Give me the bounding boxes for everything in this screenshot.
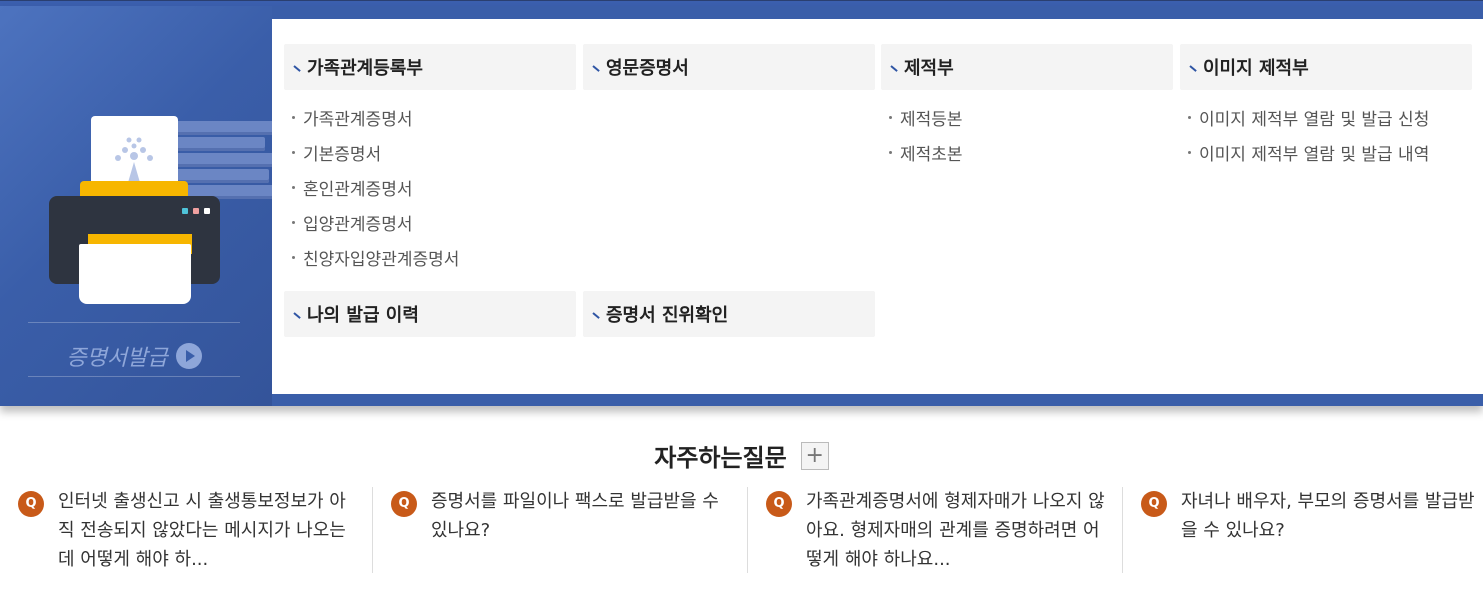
tick-icon [891, 65, 899, 73]
printer-output-paper [79, 244, 191, 304]
bullet-icon [292, 221, 295, 224]
menu-column-verify: 증명서 진위확인 [583, 291, 875, 337]
submenu-item[interactable]: 제적등본 [881, 100, 1173, 135]
promo-divider-top [28, 322, 240, 323]
submenu-item[interactable]: 입양관계증명서 [284, 205, 576, 240]
submenu-item[interactable]: 이미지 제적부 열람 및 발급 신청 [1180, 100, 1472, 135]
bullet-icon [292, 186, 295, 189]
menu-heading-label: 나의 발급 이력 [307, 305, 419, 326]
submenu-list: 제적등본 제적초본 [881, 90, 1173, 170]
tick-icon [1190, 65, 1198, 73]
tick-icon [593, 65, 601, 73]
faq-item[interactable]: 인터넷 출생신고 시 출생통보정보가 아직 전송되지 않았다는 메시지가 나오는… [18, 487, 390, 573]
certificate-menu-panel: 가족관계등록부 가족관계증명서 기본증명서 혼인관계증명서 입양관계증명서 친양… [272, 19, 1483, 394]
submenu-list: 이미지 제적부 열람 및 발급 신청 이미지 제적부 열람 및 발급 내역 [1180, 90, 1472, 170]
menu-column-english: 영문증명서 [583, 44, 875, 90]
bullet-icon [292, 151, 295, 154]
faq-item[interactable]: 가족관계증명서에 형제자매가 나오지 않아요. 형제자매의 관계를 증명하려면 … [747, 487, 1119, 573]
question-icon [1141, 491, 1167, 517]
bullet-icon [292, 116, 295, 119]
bullet-icon [292, 256, 295, 259]
menu-heading-label: 제적부 [904, 58, 954, 79]
menu-column-my-history: 나의 발급 이력 [284, 291, 576, 337]
led-2 [193, 208, 199, 214]
tick-icon [593, 312, 601, 320]
faq-list: 인터넷 출생신고 시 출생통보정보가 아직 전송되지 않았다는 메시지가 나오는… [0, 487, 1483, 577]
menu-heading-removed-registry[interactable]: 제적부 [881, 44, 1173, 90]
menu-column-image-registry: 이미지 제적부 이미지 제적부 열람 및 발급 신청 이미지 제적부 열람 및 … [1180, 44, 1472, 170]
promo-label: 증명서발급 [66, 346, 168, 371]
bullet-icon [1188, 116, 1191, 119]
bullet-icon [889, 116, 892, 119]
faq-question: 인터넷 출생신고 시 출생통보정보가 아직 전송되지 않았다는 메시지가 나오는… [58, 491, 346, 570]
promo-divider-bottom [28, 376, 240, 377]
question-icon [391, 491, 417, 517]
faq-title: 자주하는질문 [654, 444, 787, 472]
submenu-item[interactable]: 친양자입양관계증명서 [284, 240, 576, 275]
submenu-item[interactable]: 기본증명서 [284, 135, 576, 170]
led-1 [182, 208, 188, 214]
certificate-issue-link[interactable]: 증명서발급 [28, 330, 240, 382]
plus-icon[interactable]: + [800, 441, 829, 470]
faq-item[interactable]: 자녀나 배우자, 부모의 증명서를 발급받을 수 있나요? [1122, 487, 1478, 573]
faq-question: 자녀나 배우자, 부모의 증명서를 발급받을 수 있나요? [1181, 491, 1475, 541]
menu-heading-english-certificate[interactable]: 영문증명서 [583, 44, 875, 90]
bullet-icon [1188, 151, 1191, 154]
menu-heading-label: 가족관계등록부 [307, 58, 423, 79]
submenu-item[interactable]: 제적초본 [881, 135, 1173, 170]
submenu-item[interactable]: 혼인관계증명서 [284, 170, 576, 205]
submenu-list: 가족관계증명서 기본증명서 혼인관계증명서 입양관계증명서 친양자입양관계증명서 [284, 90, 576, 275]
led-3 [204, 208, 210, 214]
submenu-item[interactable]: 이미지 제적부 열람 및 발급 내역 [1180, 135, 1472, 170]
menu-heading-image-registry[interactable]: 이미지 제적부 [1180, 44, 1472, 90]
menu-heading-family-registry[interactable]: 가족관계등록부 [284, 44, 576, 90]
submenu-item[interactable]: 가족관계증명서 [284, 100, 576, 135]
faq-question: 가족관계증명서에 형제자매가 나오지 않아요. 형제자매의 관계를 증명하려면 … [806, 491, 1105, 570]
question-icon [766, 491, 792, 517]
menu-heading-label: 이미지 제적부 [1203, 58, 1309, 79]
menu-column-removed-registry: 제적부 제적등본 제적초본 [881, 44, 1173, 170]
play-arrow-icon [175, 343, 202, 369]
bullet-icon [889, 151, 892, 154]
menu-heading-certificate-verify[interactable]: 증명서 진위확인 [583, 291, 875, 337]
menu-heading-label: 영문증명서 [606, 58, 689, 79]
menu-column-family: 가족관계등록부 가족관계증명서 기본증명서 혼인관계증명서 입양관계증명서 친양… [284, 44, 576, 275]
faq-item[interactable]: 증명서를 파일이나 팩스로 발급받을 수 있나요? [372, 487, 744, 573]
faq-question: 증명서를 파일이나 팩스로 발급받을 수 있나요? [431, 491, 719, 541]
printer-leds [182, 208, 210, 214]
certificate-issue-promo[interactable]: 증명서발급 [0, 6, 283, 406]
menu-heading-my-issue-history[interactable]: 나의 발급 이력 [284, 291, 576, 337]
question-icon [18, 491, 44, 517]
faq-header: 자주하는질문 + [0, 438, 1483, 473]
menu-heading-label: 증명서 진위확인 [606, 305, 729, 326]
tick-icon [294, 312, 302, 320]
tick-icon [294, 65, 302, 73]
